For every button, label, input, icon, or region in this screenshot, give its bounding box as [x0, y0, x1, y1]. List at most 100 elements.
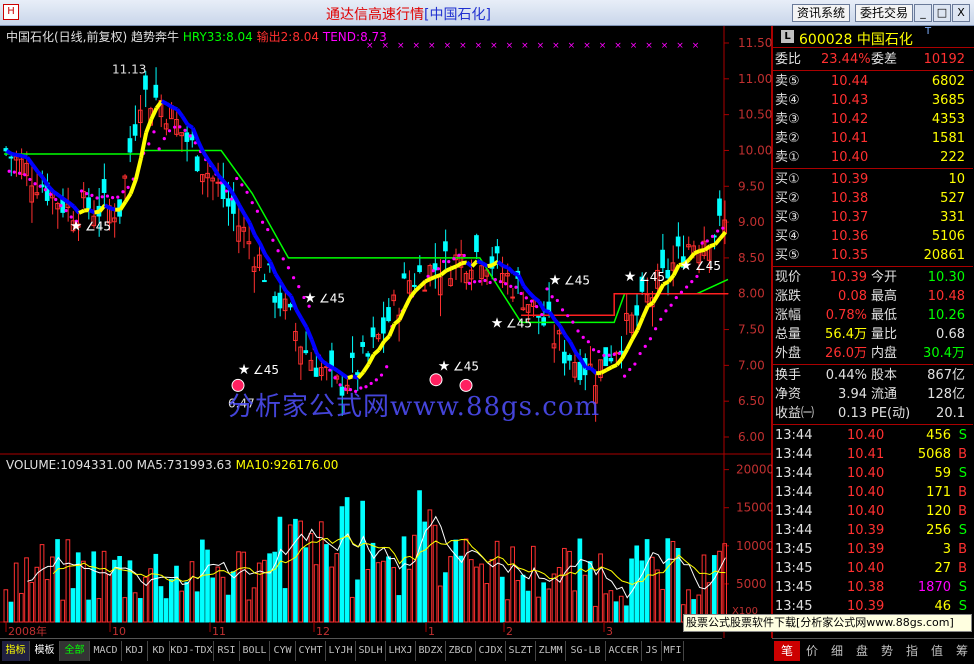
stat-row[interactable]: 涨跌 0.08 最高 10.48 [773, 287, 973, 306]
volume-bar [210, 577, 216, 623]
indicator-tab-cyht[interactable]: CYHT [296, 641, 326, 661]
quote-tab[interactable]: 细 [824, 641, 850, 661]
ask-price: 10.43 [831, 93, 869, 108]
order-ratio-row[interactable]: 委比 23.44% 委差 10192 [773, 50, 973, 69]
fund-row[interactable]: 净资 3.94 流通 128亿 [773, 385, 973, 404]
news-system-button[interactable]: 资讯系统 [792, 4, 851, 22]
volume-bar [655, 569, 660, 623]
quote-tab[interactable]: 势 [874, 641, 900, 661]
tick-row[interactable]: 13:44 10.40 59 S [773, 464, 973, 483]
bid-row[interactable]: 买④ 10.36 5106 [773, 227, 973, 246]
volume-bar [174, 565, 179, 623]
signal-marker: × [428, 41, 436, 51]
fund-row[interactable]: 换手 0.44% 股本 867亿 [773, 366, 973, 385]
trend-dot [633, 362, 637, 366]
indicator-tab-accer[interactable]: ACCER [606, 641, 642, 661]
volume-bar [91, 551, 97, 623]
bid-row[interactable]: 买② 10.38 527 [773, 189, 973, 208]
tick-row[interactable]: 13:45 10.39 3 B [773, 540, 973, 559]
divider [773, 424, 973, 425]
maximize-button[interactable]: □ [933, 4, 951, 22]
bid-row[interactable]: 买③ 10.37 331 [773, 208, 973, 227]
fund-label: PE(动) [871, 406, 911, 421]
quote-tab[interactable]: 笔 [774, 641, 800, 661]
indicator-tab-bdzx[interactable]: BDZX [416, 641, 446, 661]
indicator-tab-zlmm[interactable]: ZLMM [536, 641, 566, 661]
quote-panel: L 600028 中国石化 T 委比 23.44% 委差 10192 卖⑤ 10.44 68… [772, 26, 974, 638]
indicator-tab-rsi[interactable]: RSI [214, 641, 240, 661]
ask-row[interactable]: 卖① 10.40 222 [773, 148, 973, 167]
tick-row[interactable]: 13:44 10.40 171 B [773, 483, 973, 502]
bid-row[interactable]: 买⑤ 10.35 20861 [773, 246, 973, 265]
volume-bar [665, 538, 671, 623]
tick-row[interactable]: 13:44 10.39 256 S [773, 521, 973, 540]
indicator-tab-mfi[interactable]: MFI [662, 641, 684, 661]
trend-band [165, 102, 174, 109]
tick-row[interactable]: 13:44 10.40 456 S [773, 426, 973, 445]
indicator-tab-kdj[interactable]: KDJ [122, 641, 148, 661]
indicator-tab-lhxj[interactable]: LHXJ [386, 641, 416, 661]
kline-chart[interactable]: 11.50 11.00 10.50 10.00 9.50 9.00 8.50 8.00 7.50… [0, 26, 772, 638]
quote-tab[interactable]: 价 [799, 641, 825, 661]
indicator-tab-模板[interactable]: 模板 [30, 641, 60, 661]
indicator-tab-zbcd[interactable]: ZBCD [446, 641, 476, 661]
trend-dot [457, 253, 461, 257]
trend-dot [183, 128, 187, 132]
indicator-tab-sg-lb[interactable]: SG-LB [566, 641, 606, 661]
signal-marker: × [506, 41, 514, 51]
quote-tab[interactable]: 盘 [849, 641, 875, 661]
indicator-tab-kdj-tdx[interactable]: KDJ-TDX [170, 641, 214, 661]
indicator-tab-lyjh[interactable]: LYJH [326, 641, 356, 661]
indicator-tab-kd[interactable]: KD [148, 641, 170, 661]
stat-row[interactable]: 外盘 26.0万 内盘 30.4万 [773, 344, 973, 363]
trend-band [268, 261, 278, 275]
stat-value: 10.39 [829, 270, 867, 285]
indicator-tab-macd[interactable]: MACD [90, 641, 122, 661]
quote-tab[interactable]: 值 [924, 641, 950, 661]
indicator-tab-boll[interactable]: BOLL [240, 641, 270, 661]
tick-row[interactable]: 13:45 10.40 27 B [773, 559, 973, 578]
ask-row[interactable]: 卖③ 10.42 4353 [773, 110, 973, 129]
ad-banner[interactable]: 股票公式股票软件下载[分析家公式网www.88gs.com] [683, 614, 972, 632]
ask-volume: 3685 [931, 93, 965, 108]
bid-row[interactable]: 买① 10.39 10 [773, 170, 973, 189]
stat-row[interactable]: 涨幅 0.78% 最低 10.26 [773, 306, 973, 325]
volume-bar [8, 601, 14, 623]
indicator-tab-cjdx[interactable]: CJDX [476, 641, 506, 661]
volume-bar [608, 590, 614, 623]
indicator-tab-全部[interactable]: 全部 [60, 641, 90, 661]
ask-row[interactable]: 卖⑤ 10.44 6802 [773, 72, 973, 91]
quote-tab[interactable]: 指 [899, 641, 925, 661]
quote-tab[interactable]: 筹 [949, 641, 974, 661]
volume-bar [60, 599, 66, 623]
ask-row[interactable]: 卖④ 10.43 3685 [773, 91, 973, 110]
indicator-tab-sdlh[interactable]: SDLH [356, 641, 386, 661]
close-button[interactable]: X [952, 4, 970, 22]
ask-label: 卖⑤ [775, 74, 800, 89]
minimize-button[interactable]: _ [914, 4, 932, 22]
trade-button[interactable]: 委托交易 [855, 4, 914, 22]
tick-row[interactable]: 13:45 10.38 1870 S [773, 578, 973, 597]
indicator-tab-js[interactable]: JS [642, 641, 662, 661]
indicator-tab-指标[interactable]: 指标 [2, 641, 30, 661]
indicator-tab-slzt[interactable]: SLZT [506, 641, 536, 661]
trend-band [304, 326, 314, 341]
stat-row[interactable]: 总量 56.4万 量比 0.68 [773, 325, 973, 344]
volume-bar [489, 559, 495, 623]
candle-body [184, 132, 190, 142]
indicator-tab-cyw[interactable]: CYW [270, 641, 296, 661]
trend-band [502, 264, 509, 270]
tick-row[interactable]: 13:44 10.40 120 B [773, 502, 973, 521]
volume-bar [484, 583, 490, 623]
ask-row[interactable]: 卖② 10.41 1581 [773, 129, 973, 148]
angle-label: ∠45 [85, 220, 111, 234]
chart-indicator-name: 趋势奔牛 [131, 30, 180, 44]
kline-chart-area[interactable]: 11.50 11.00 10.50 10.00 9.50 9.00 8.50 8.00 7.50… [0, 26, 772, 638]
candle-body [277, 292, 283, 309]
trend-band [527, 290, 536, 299]
tick-row[interactable]: 13:44 10.41 5068 B [773, 445, 973, 464]
stat-row[interactable]: 现价 10.39 今开 10.30 [773, 268, 973, 287]
candle-body [262, 280, 267, 283]
divider [773, 168, 973, 169]
fund-row[interactable]: 收益㈠ 0.13 PE(动) 20.1 [773, 404, 973, 423]
